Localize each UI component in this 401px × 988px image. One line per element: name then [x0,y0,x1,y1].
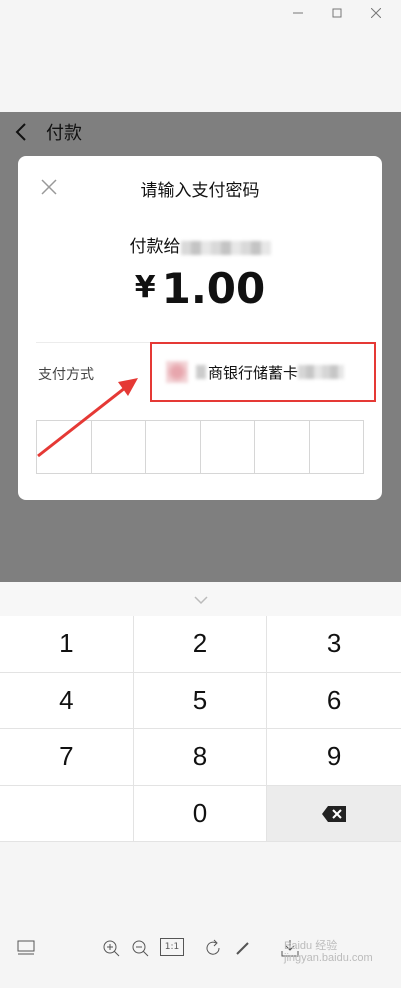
zoom-in-icon[interactable] [101,938,121,958]
key-5[interactable]: 5 [133,672,268,729]
zoom-out-icon[interactable] [130,938,150,958]
layout-icon[interactable] [16,938,36,958]
viewer-toolbar [0,842,401,988]
maximize-icon[interactable] [330,6,344,20]
close-icon[interactable] [369,6,383,20]
payment-method-selector[interactable]: 商银行储蓄卡 [150,342,376,402]
numeric-keypad: 1 2 3 4 5 6 7 8 9 0 [0,616,401,842]
amount-value: 1.00 [161,264,266,313]
payee-prefix: 付款给 [129,237,181,256]
password-cell [201,421,255,473]
watermark-brand: Baidu 经验 [284,940,338,952]
payee-name-redacted [180,240,271,255]
password-cell [92,421,146,473]
key-8[interactable]: 8 [133,729,268,786]
key-1[interactable]: 1 [0,616,134,673]
back-arrow-icon[interactable] [14,122,34,142]
password-cell [310,421,364,473]
key-2[interactable]: 2 [133,616,268,673]
password-cell [146,421,201,473]
password-cell [255,421,310,473]
bank-logo-icon [166,361,188,383]
backspace-icon [322,798,347,829]
payee-line: 付款给 [18,232,382,257]
key-9[interactable]: 9 [267,729,401,786]
watermark-domain: jingyan.baidu.com [284,952,373,965]
password-cell [37,421,92,473]
key-4[interactable]: 4 [0,672,134,729]
key-0[interactable]: 0 [133,785,268,842]
key-3[interactable]: 3 [267,616,401,673]
key-7[interactable]: 7 [0,729,134,786]
payment-method-label: 支付方式 [38,366,94,382]
chevron-down-icon[interactable] [193,590,209,609]
app-topbar: 付款 [0,112,401,152]
currency-symbol: ¥ [134,270,156,305]
password-input[interactable] [36,420,364,474]
delete-key[interactable] [267,785,401,842]
rotate-icon[interactable] [203,938,223,958]
actual-size-icon[interactable]: 1:1 [160,938,184,956]
payment-method-name: 商银行储蓄卡 [208,364,299,382]
window-controls [281,0,401,26]
page-title: 付款 [46,123,82,143]
minimize-icon[interactable] [291,6,305,20]
edit-icon[interactable] [233,938,253,958]
payment-amount: ¥1.00 [18,264,382,313]
payment-password-dialog: 请输入支付密码 付款给 ¥1.00 支付方式 商银行储蓄卡 [18,156,382,500]
bank-name-redacted [196,365,206,379]
card-number-redacted [298,365,345,379]
dialog-title: 请输入支付密码 [140,181,260,200]
key-6[interactable]: 6 [267,673,401,729]
watermark: Baidu 经验 jingyan.baidu.com [284,940,373,964]
key-blank [0,785,134,842]
keypad-collapse-bar[interactable] [0,582,401,616]
